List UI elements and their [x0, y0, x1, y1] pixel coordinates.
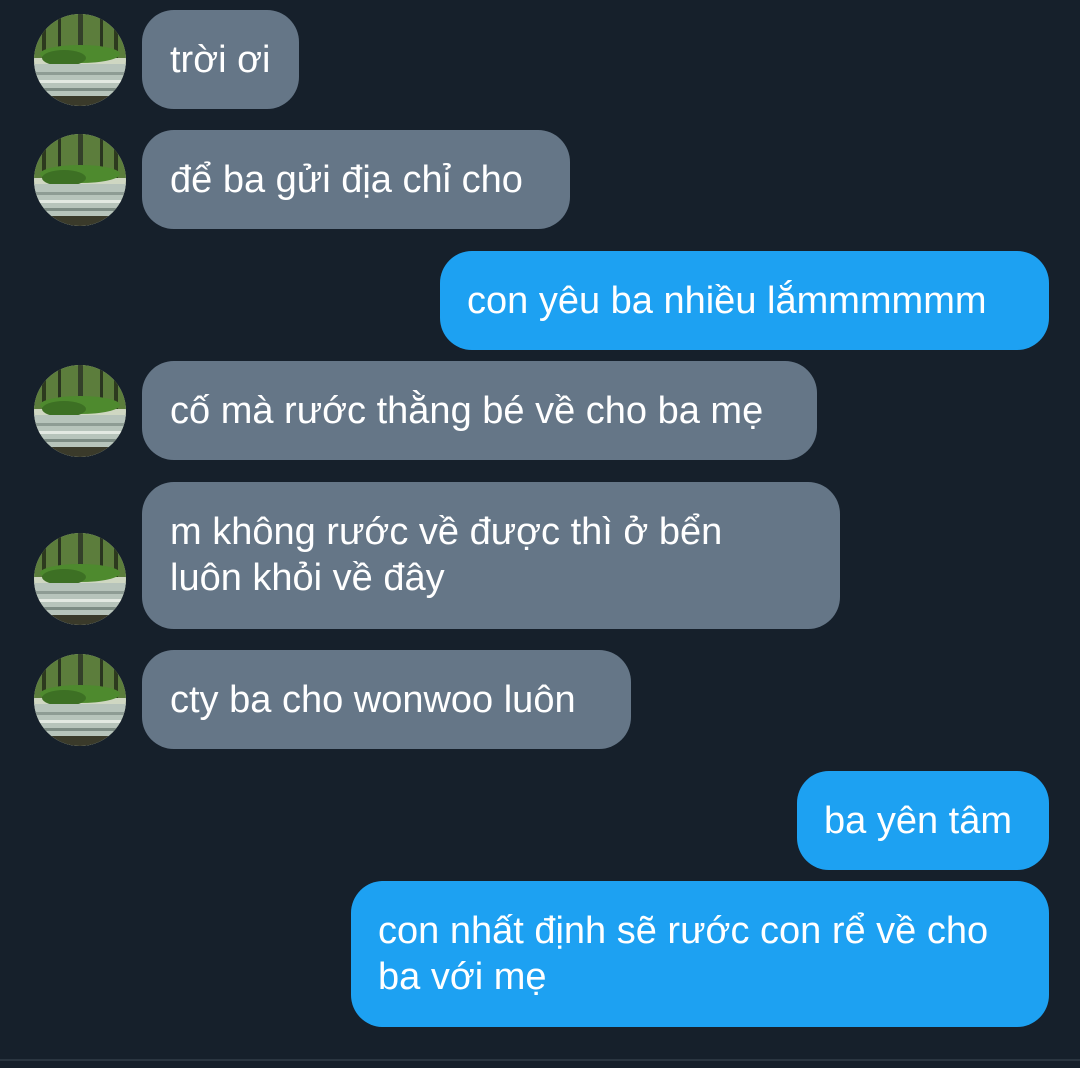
forest-stream-avatar-icon	[34, 14, 126, 106]
forest-stream-avatar-icon	[34, 134, 126, 226]
avatar[interactable]	[34, 654, 126, 746]
forest-stream-avatar-icon	[34, 533, 126, 625]
avatar[interactable]	[34, 533, 126, 625]
forest-stream-avatar-icon	[34, 654, 126, 746]
incoming-message-bubble[interactable]: trời ơi	[142, 10, 299, 109]
avatar[interactable]	[34, 365, 126, 457]
incoming-message-bubble[interactable]: m không rước về được thì ở bển luôn khỏi…	[142, 482, 840, 629]
avatar[interactable]	[34, 14, 126, 106]
incoming-message-bubble[interactable]: cty ba cho wonwoo luôn	[142, 650, 631, 749]
outgoing-message-bubble[interactable]: con nhất định sẽ rước con rể về cho ba v…	[351, 881, 1049, 1027]
outgoing-message-bubble[interactable]: ba yên tâm	[797, 771, 1049, 870]
incoming-message-bubble[interactable]: để ba gửi địa chỉ cho	[142, 130, 570, 229]
avatar[interactable]	[34, 134, 126, 226]
forest-stream-avatar-icon	[34, 365, 126, 457]
outgoing-message-bubble[interactable]: con yêu ba nhiều lắmmmmmm	[440, 251, 1049, 350]
incoming-message-bubble[interactable]: cố mà rước thằng bé về cho ba mẹ	[142, 361, 817, 460]
divider	[0, 1059, 1080, 1061]
